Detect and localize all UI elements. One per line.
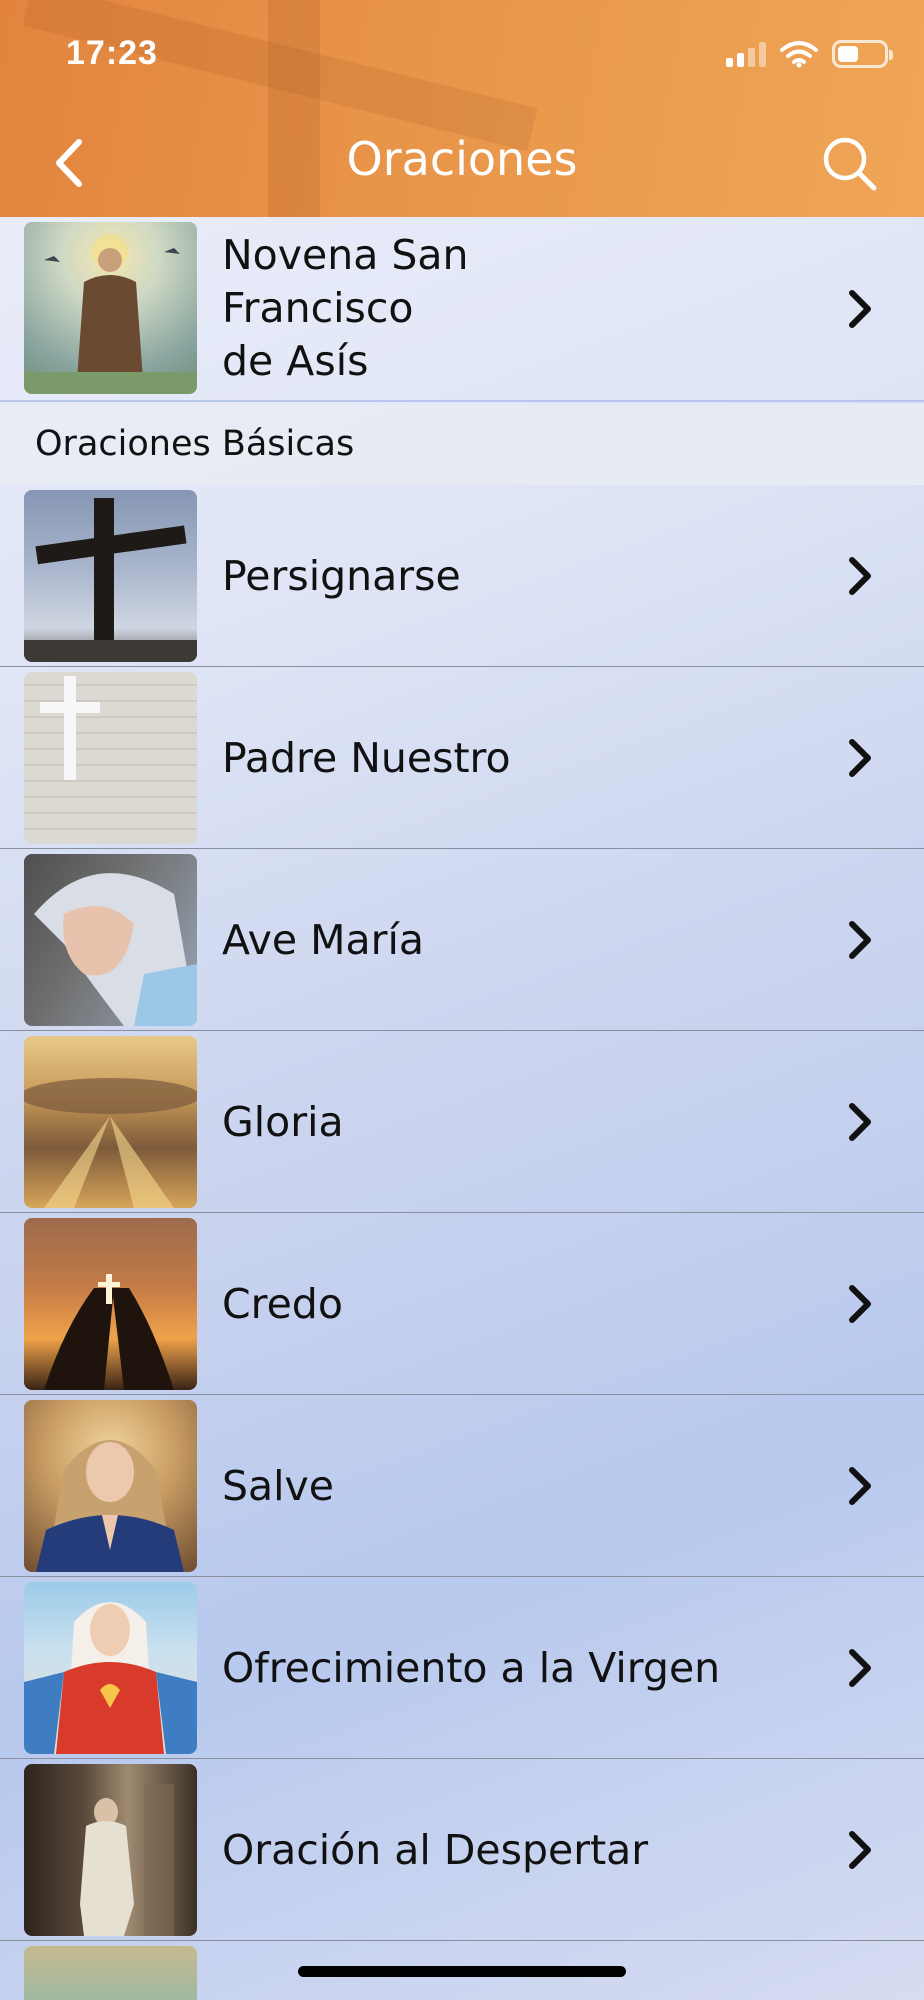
page-title: Oraciones [346,132,578,186]
list-item-label: Novena San Francisco de Asís [222,230,469,385]
next-item-image [24,1946,197,2000]
chevron-right-icon [849,739,871,777]
virgin-mary-veil-image [24,854,197,1026]
list-item[interactable]: Credo [0,1213,924,1395]
list-item-label: Ave María [222,915,425,964]
status-time: 17:23 [66,34,158,72]
chevron-right-icon [849,1831,871,1869]
kneeling-monk-image [24,1764,197,1936]
chevron-right-icon [849,557,871,595]
list-item-label: Persignarse [222,551,461,600]
list-item[interactable]: Salve [0,1395,924,1577]
list-item-label: Salve [222,1461,335,1510]
chevron-right-icon [849,921,871,959]
praying-virgin-image [24,1400,197,1572]
list-item-label: Ofrecimiento a la Virgen [222,1643,721,1692]
search-button[interactable] [820,134,880,194]
sacred-heart-mary-image [24,1582,197,1754]
list-item-featured[interactable]: Novena San Francisco de Asís [0,217,924,402]
chevron-right-icon [849,290,871,328]
chevron-right-icon [849,1103,871,1141]
saint-francis-image [24,222,197,394]
list-item[interactable]: Gloria [0,1031,924,1213]
cellular-signal-icon [726,41,766,67]
list-item-label: Credo [222,1279,343,1328]
list-item-label: Padre Nuestro [222,733,511,782]
list-item-label: Oración al Despertar [222,1825,649,1874]
wifi-icon [780,41,818,68]
section-label: Oraciones Básicas [35,424,355,464]
sun-rays-clouds-image [24,1036,197,1208]
search-icon [823,137,877,191]
status-icons [726,38,893,70]
hands-holding-cross-image [24,1218,197,1390]
list-item-label: Gloria [222,1097,344,1146]
list-item[interactable]: Ofrecimiento a la Virgen [0,1577,924,1759]
chevron-right-icon [849,1467,871,1505]
white-cross-wall-image [24,672,197,844]
section-header: Oraciones Básicas [0,404,924,485]
home-indicator[interactable] [298,1966,626,1977]
navigation-header: 17:23 Oraciones [0,0,924,217]
list-item[interactable]: Ave María [0,849,924,1031]
chevron-right-icon [849,1649,871,1687]
battery-level [838,46,858,62]
cross-sky-image [24,490,197,662]
battery-icon [832,40,893,68]
list-item[interactable]: Persignarse [0,485,924,667]
list-item[interactable]: Padre Nuestro [0,667,924,849]
list-item[interactable]: Oración al Despertar [0,1759,924,1941]
chevron-right-icon [849,1285,871,1323]
